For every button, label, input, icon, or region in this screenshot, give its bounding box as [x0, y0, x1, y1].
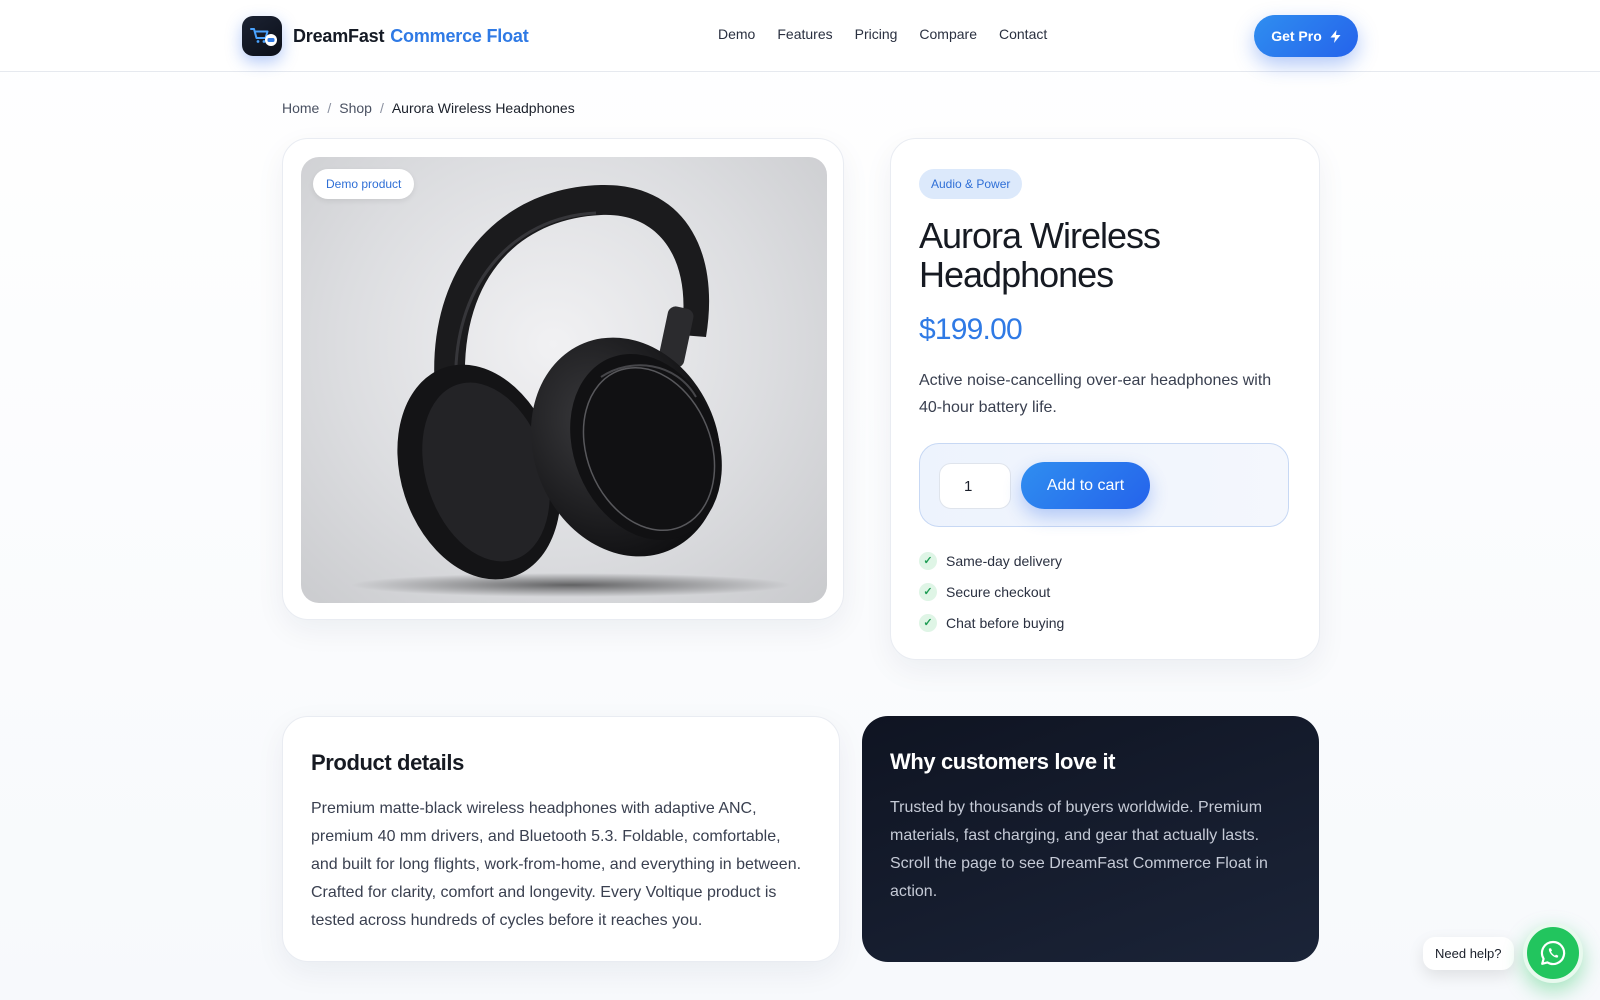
why-customers-card: Why customers love it Trusted by thousan…	[862, 716, 1319, 962]
details-paragraph: Premium matte-black wireless headphones …	[311, 800, 802, 873]
nav-demo[interactable]: Demo	[718, 26, 755, 42]
perk-item: ✓ Same-day delivery	[919, 545, 1064, 576]
details-heading: Product details	[311, 750, 464, 775]
brand-accent: Commerce Float	[390, 25, 529, 46]
demo-product-badge: Demo product	[313, 169, 415, 199]
headphones-image	[351, 184, 791, 597]
check-icon: ✓	[919, 582, 937, 601]
breadcrumb: Home / Shop / Aurora Wireless Headphones	[282, 100, 575, 116]
quantity-input[interactable]	[939, 463, 1011, 509]
details-paragraph: Crafted for clarity, comfort and longevi…	[311, 884, 777, 929]
why-body: Trusted by thousands of buyers worldwide…	[890, 799, 1268, 900]
need-help-label[interactable]: Need help?	[1423, 937, 1514, 970]
product-image	[301, 157, 827, 603]
breadcrumb-separator: /	[379, 100, 384, 116]
breadcrumb-current: Aurora Wireless Headphones	[391, 100, 575, 116]
whatsapp-chat-button[interactable]	[1523, 923, 1583, 983]
nav-contact[interactable]: Contact	[999, 26, 1047, 42]
check-icon: ✓	[919, 551, 937, 570]
product-price: $199.00	[919, 313, 1023, 346]
breadcrumb-separator: /	[327, 100, 332, 116]
get-pro-button[interactable]: Get Pro	[1254, 15, 1358, 57]
check-icon: ✓	[919, 613, 937, 632]
details-body: Premium matte-black wireless headphones …	[311, 795, 811, 935]
perk-label: Secure checkout	[946, 583, 1051, 600]
nav-features[interactable]: Features	[777, 26, 832, 42]
brand-logo[interactable]: DreamFast Commerce Float	[242, 16, 529, 56]
whatsapp-icon	[1540, 940, 1566, 966]
cart-chat-icon	[242, 16, 282, 56]
perks-list: ✓ Same-day delivery ✓ Secure checkout ✓ …	[919, 545, 1064, 638]
add-to-cart-button[interactable]: Add to cart	[1021, 462, 1150, 509]
breadcrumb-shop[interactable]: Shop	[339, 100, 372, 116]
nav-pricing[interactable]: Pricing	[855, 26, 898, 42]
product-info-card: Audio & Power Aurora Wireless Headphones…	[890, 138, 1320, 660]
category-badge[interactable]: Audio & Power	[919, 169, 1023, 199]
product-image-card: Demo product	[282, 138, 844, 620]
get-pro-label: Get Pro	[1271, 28, 1322, 44]
perk-item: ✓ Chat before buying	[919, 607, 1064, 638]
main-nav: Demo Features Pricing Compare Contact	[718, 26, 1069, 42]
perk-label: Chat before buying	[946, 614, 1065, 631]
product-details-card: Product details Premium matte-black wire…	[282, 716, 840, 962]
add-to-cart-panel: Add to cart	[919, 443, 1289, 527]
top-navbar: DreamFast Commerce Float Demo Features Pr…	[0, 0, 1600, 72]
breadcrumb-home[interactable]: Home	[282, 100, 319, 116]
product-description: Active noise-cancelling over-ear headpho…	[919, 372, 1272, 416]
brand-primary: DreamFast	[293, 25, 385, 46]
lightning-icon	[1330, 29, 1341, 43]
product-title: Aurora Wireless Headphones	[919, 215, 1161, 295]
why-heading: Why customers love it	[890, 749, 1116, 774]
brand-name: DreamFast Commerce Float	[293, 26, 529, 47]
perk-item: ✓ Secure checkout	[919, 576, 1064, 607]
nav-compare[interactable]: Compare	[919, 26, 977, 42]
perk-label: Same-day delivery	[946, 552, 1062, 569]
